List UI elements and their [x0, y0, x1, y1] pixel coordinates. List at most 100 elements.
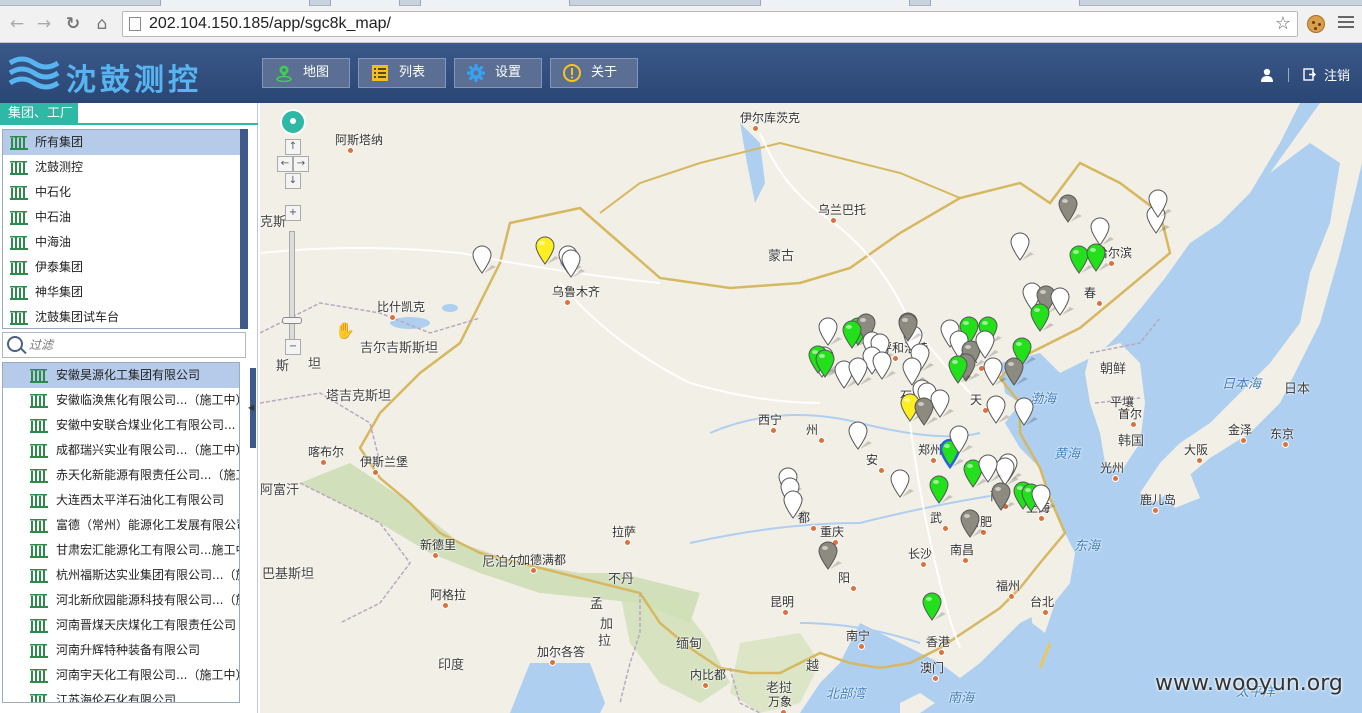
company-item[interactable]: 成都瑞兴实业有限公司...（施工中）: [3, 438, 239, 463]
map-marker-white[interactable]: [976, 454, 1002, 484]
zoom-slider-thumb[interactable]: [282, 317, 302, 324]
map-marker-gray[interactable]: [816, 541, 842, 571]
company-item[interactable]: 甘肃宏汇能源化工有限公司...施工中: [3, 538, 239, 563]
map-marker-white[interactable]: [981, 357, 1007, 387]
group-factory-tab[interactable]: 集团、工厂: [0, 103, 78, 125]
group-list-scrollbar[interactable]: [240, 129, 248, 329]
map-label: 万象: [768, 695, 793, 709]
company-item[interactable]: 杭州福斯达实业集团有限公司...（施: [3, 563, 239, 588]
locate-pin-icon[interactable]: [280, 109, 306, 135]
map-marker-white[interactable]: [846, 357, 872, 387]
map-marker-green[interactable]: [1028, 303, 1054, 333]
zoom-in-button[interactable]: +: [285, 205, 301, 221]
map-label: 伊斯兰堡: [360, 455, 409, 469]
group-item[interactable]: 伊泰集团: [3, 255, 241, 280]
map-marker-white[interactable]: [559, 249, 585, 279]
company-item[interactable]: 赤天化新能源有限责任公司...（施工: [3, 463, 239, 488]
map-label: 阳: [838, 571, 851, 585]
map-marker-green[interactable]: [946, 355, 972, 385]
nav-map-button[interactable]: 地图: [262, 58, 350, 88]
map-label: 澳门: [920, 661, 945, 675]
user-icon[interactable]: [1260, 68, 1274, 82]
pan-down-button[interactable]: ↓: [285, 173, 301, 189]
filter-input[interactable]: [29, 336, 239, 354]
group-item[interactable]: 所有集团: [3, 130, 241, 155]
url-text[interactable]: 202.104.150.185/app/sgc8k_map/: [149, 15, 391, 33]
group-item-label: 所有集团: [35, 135, 84, 149]
browser-menu-icon[interactable]: [1338, 16, 1354, 30]
map-marker-white[interactable]: [947, 425, 973, 455]
collapse-panel-icon[interactable]: ◀: [248, 403, 258, 417]
pan-up-button[interactable]: ↑: [285, 139, 301, 155]
company-item[interactable]: 安徽昊源化工集团有限公司: [3, 363, 239, 388]
city-dot-icon: [624, 539, 631, 546]
map-marker-gray[interactable]: [896, 313, 922, 343]
pan-right-button[interactable]: →: [293, 156, 309, 172]
map-marker-white[interactable]: [816, 317, 842, 347]
map-marker-gray[interactable]: [958, 509, 984, 539]
factory-icon: [10, 161, 28, 175]
logout-icon[interactable]: [1303, 68, 1316, 81]
map-marker-white[interactable]: [470, 245, 496, 275]
map-marker-white[interactable]: [888, 469, 914, 499]
group-item[interactable]: 中海油: [3, 230, 241, 255]
company-item[interactable]: 河南升辉特种装备有限公司: [3, 638, 239, 663]
map-marker-white[interactable]: [1029, 484, 1055, 514]
company-item[interactable]: 大连西太平洋石油化工有限公司: [3, 488, 239, 513]
company-item[interactable]: 安徽临涣焦化有限公司...（施工中）: [3, 388, 239, 413]
map-marker-white[interactable]: [846, 421, 872, 451]
reload-icon[interactable]: ↻: [62, 13, 84, 35]
page-icon: [129, 17, 141, 31]
factory-icon: [30, 644, 48, 658]
company-item[interactable]: 江苏海伦石化有限公司: [3, 688, 239, 702]
group-item[interactable]: 沈鼓集团试车台: [3, 305, 241, 328]
map-marker-gray[interactable]: [1056, 194, 1082, 224]
zoom-slider-track[interactable]: [289, 231, 295, 341]
nav-settings-button[interactable]: 设置: [454, 58, 542, 88]
info-icon: [563, 64, 581, 82]
map-marker-gray[interactable]: [912, 397, 938, 427]
list-icon: [372, 65, 388, 81]
logout-link[interactable]: 注销: [1324, 65, 1350, 84]
map-marker-white[interactable]: [781, 490, 807, 520]
company-item[interactable]: 河南晋煤天庆煤化工有限责任公司: [3, 613, 239, 638]
map-marker-green[interactable]: [927, 475, 953, 505]
map-label: 巴基斯坦: [262, 567, 315, 582]
group-item[interactable]: 中石化: [3, 180, 241, 205]
map-marker-yellow[interactable]: [533, 236, 559, 266]
nav-about-button[interactable]: 关于: [550, 58, 638, 88]
map-marker-green[interactable]: [1084, 243, 1110, 273]
company-item[interactable]: 河北新欣园能源科技有限公司...（施: [3, 588, 239, 613]
map-marker-gray[interactable]: [989, 482, 1015, 512]
map-label: 塔吉克斯坦: [326, 389, 392, 404]
company-item[interactable]: 富德（常州）能源化工发展有限公司: [3, 513, 239, 538]
home-icon[interactable]: ⌂: [91, 13, 113, 35]
back-icon[interactable]: ←: [6, 13, 28, 35]
map-marker-white[interactable]: [1012, 397, 1038, 427]
zoom-out-button[interactable]: −: [285, 339, 301, 355]
map-marker-white[interactable]: [870, 351, 896, 381]
city-dot-icon: [549, 659, 556, 666]
map-marker-white[interactable]: [1008, 232, 1034, 262]
group-item[interactable]: 神华集团: [3, 280, 241, 305]
factory-icon: [30, 394, 48, 408]
factory-icon: [10, 311, 28, 325]
company-item[interactable]: 河南宇天化工有限公司...（施工中）: [3, 663, 239, 688]
nav-list-button[interactable]: 列表: [358, 58, 446, 88]
map-marker-green[interactable]: [920, 592, 946, 622]
map-marker-gray[interactable]: [1002, 357, 1028, 387]
map-view[interactable]: 伊尔库茨克 阿斯塔纳 乌兰巴托 蒙古 克斯 比什凯克 吉尔吉斯斯坦斯坦塔吉克斯坦 乌鲁木齐 喀布…: [260, 103, 1362, 713]
forward-icon[interactable]: →: [33, 13, 55, 35]
group-item[interactable]: 沈鼓测控: [3, 155, 241, 180]
address-bar[interactable]: 202.104.150.185/app/sgc8k_map/ ☆: [122, 11, 1298, 37]
bookmark-star-icon[interactable]: ☆: [1275, 13, 1291, 34]
company-item[interactable]: 安徽中安联合煤业化工有限公司...（: [3, 413, 239, 438]
cookie-extension-icon[interactable]: [1307, 15, 1325, 33]
pan-left-button[interactable]: ←: [277, 156, 293, 172]
city-dot-icon: [1240, 437, 1247, 444]
factory-icon: [10, 136, 28, 150]
group-item[interactable]: 中石油: [3, 205, 241, 230]
map-marker-white[interactable]: [1146, 189, 1172, 219]
map-marker-white[interactable]: [984, 395, 1010, 425]
factory-icon: [10, 236, 28, 250]
